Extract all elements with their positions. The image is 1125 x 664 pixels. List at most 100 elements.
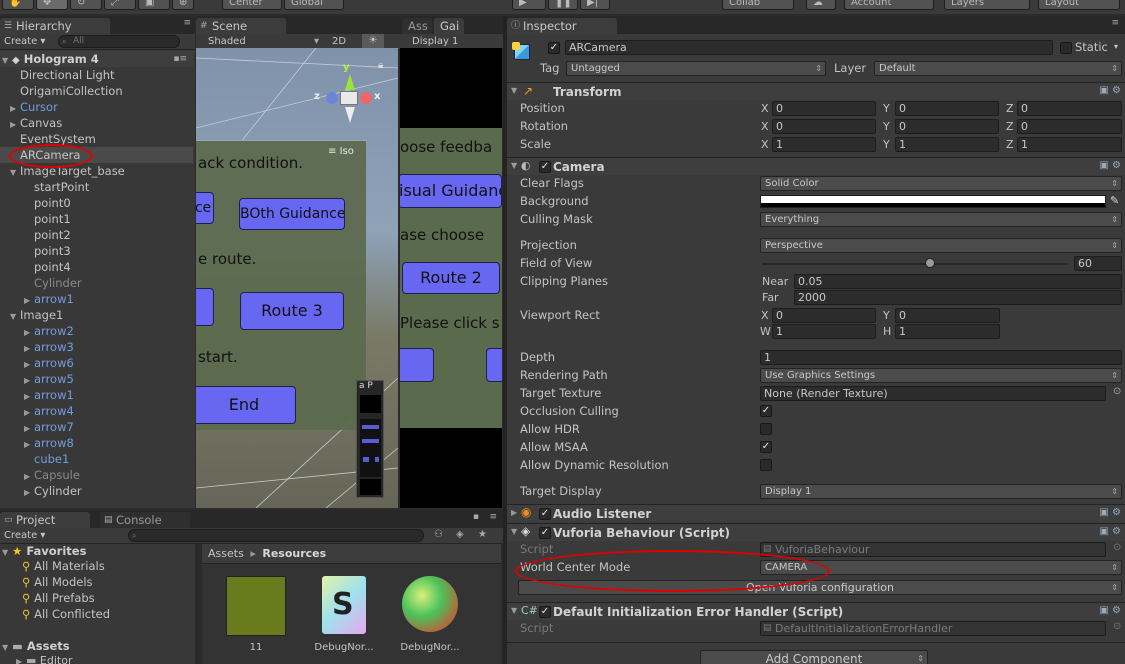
project-splitter[interactable] xyxy=(195,544,202,664)
scene-root-row[interactable]: ▼ ◆ Hologram 4 ▪≡ xyxy=(0,51,193,67)
hierarchy-item[interactable]: point2 xyxy=(0,227,193,243)
hierarchy-item[interactable]: point1 xyxy=(0,211,193,227)
viewport-y-input[interactable]: 0 xyxy=(895,308,1000,323)
component-help-settings-icon[interactable]: ▣ ⚙ xyxy=(1099,85,1121,96)
hierarchy-item[interactable]: ▼ ImageTarget_base xyxy=(0,163,193,179)
hierarchy-create-dropdown[interactable]: Create ▾ xyxy=(4,35,45,49)
fov-input[interactable]: 60 xyxy=(1074,256,1122,271)
component-help-settings-icon[interactable]: ▣ ⚙ xyxy=(1099,526,1121,537)
hierarchy-item[interactable]: ▶ arrow3 xyxy=(0,339,193,355)
hand-tool-button[interactable]: ✋ xyxy=(2,0,34,10)
transform-tool-button[interactable]: ⊕ xyxy=(172,0,194,10)
tag-dropdown[interactable]: Untagged xyxy=(566,61,826,76)
component-help-settings-icon[interactable]: ▣ ⚙ xyxy=(1099,605,1121,616)
play-button[interactable]: ▶ xyxy=(512,0,546,10)
scene-lighting-toggle[interactable]: ☀ xyxy=(362,34,384,49)
move-tool-button[interactable]: ✥ xyxy=(36,0,68,10)
favorite-item[interactable]: ⚲ All Prefabs xyxy=(22,591,95,605)
viewport-w-input[interactable]: 1 xyxy=(772,324,876,339)
rotate-tool-button[interactable]: ↻ xyxy=(70,0,102,10)
static-dropdown-arrow-icon[interactable]: ▾ xyxy=(1114,40,1118,54)
transform-header[interactable]: ▼ ↗ Transform ▣ ⚙ xyxy=(507,82,1125,100)
far-input[interactable]: 2000 xyxy=(794,290,1122,305)
hierarchy-item[interactable]: ▶ arrow2 xyxy=(0,323,193,339)
project-search-input[interactable]: ⌕ xyxy=(128,529,424,542)
tab-console[interactable]: ▤ Console xyxy=(100,512,190,528)
position-y-input[interactable]: 0 xyxy=(895,101,999,116)
target-display-dropdown[interactable]: Display 1 xyxy=(760,484,1122,499)
rendering-path-dropdown[interactable]: Use Graphics Settings xyxy=(760,368,1122,383)
breadcrumb-root[interactable]: Assets xyxy=(208,547,244,560)
vuforia-header[interactable]: ▼ ◈ ✓ Vuforia Behaviour (Script) ▣ ⚙ xyxy=(507,523,1125,541)
error-handler-header[interactable]: ▼ C# ✓ Default Initialization Error Hand… xyxy=(507,602,1125,620)
shading-dropdown-arrow-icon[interactable]: ▾ xyxy=(314,35,319,49)
world-center-mode-dropdown[interactable]: CAMERA xyxy=(760,560,1122,575)
step-button[interactable]: ▶| xyxy=(580,0,610,10)
favorite-item[interactable]: ⚲ All Models xyxy=(22,575,93,589)
fold-arrow-icon[interactable]: ▼ xyxy=(511,161,521,170)
favorite-star-icon[interactable]: ★ xyxy=(478,529,487,540)
tab-asset-store[interactable]: Ass xyxy=(402,18,432,34)
scene-button-ce[interactable]: ce xyxy=(196,192,214,224)
vuforia-enabled-checkbox[interactable]: ✓ xyxy=(539,527,551,539)
hierarchy-item[interactable]: OrigamiCollection xyxy=(0,83,193,99)
project-create-dropdown[interactable]: Create ▾ xyxy=(4,529,45,543)
2d-toggle[interactable]: 2D xyxy=(332,35,346,49)
panel-menu-icon[interactable]: ≡ xyxy=(489,512,497,522)
layers-dropdown[interactable]: Layers xyxy=(944,0,1030,10)
gizmo-z-cone-icon[interactable] xyxy=(326,92,338,104)
hierarchy-item[interactable]: Cylinder xyxy=(0,275,193,291)
scale-tool-button[interactable]: ⤢ xyxy=(104,0,136,10)
tab-inspector[interactable]: ⓘ Inspector xyxy=(507,18,617,34)
asset-thumbnail-shader[interactable]: S xyxy=(322,576,366,634)
filter-type-icon[interactable]: ⚇ xyxy=(434,529,443,540)
fold-arrow-icon[interactable]: ▼ xyxy=(2,548,12,557)
pivot-center-toggle[interactable]: Center xyxy=(222,0,282,10)
hierarchy-item[interactable]: startPoint xyxy=(0,179,193,195)
game-viewport[interactable]: oose feedba isual Guidanc ase choose Rou… xyxy=(400,48,502,508)
gizmo-y-cone-icon[interactable] xyxy=(345,74,355,90)
panel-menu-icon[interactable]: ≡ xyxy=(183,18,191,28)
hierarchy-item[interactable]: ARCamera xyxy=(0,147,193,163)
hierarchy-item[interactable]: ▶ arrow1 xyxy=(0,291,193,307)
hierarchy-item[interactable]: ▶ arrow5 xyxy=(0,371,193,387)
iso-label[interactable]: ≡ Iso xyxy=(328,146,354,157)
hierarchy-item[interactable]: ▶ arrow6 xyxy=(0,355,193,371)
depth-input[interactable]: 1 xyxy=(760,350,1122,365)
audio-listener-header[interactable]: ▶ ◉ ✓ Audio Listener ▣ ⚙ xyxy=(507,504,1125,522)
camera-enabled-checkbox[interactable]: ✓ xyxy=(539,161,551,173)
allow-hdr-checkbox[interactable] xyxy=(760,423,772,435)
assets-row[interactable]: ▼ ▬ Assets xyxy=(2,639,70,653)
shading-mode-dropdown[interactable]: Shaded xyxy=(208,35,246,49)
game-button-left[interactable] xyxy=(400,348,434,382)
tab-hierarchy[interactable]: ☰ Hierarchy xyxy=(0,18,110,34)
scene-gizmo[interactable]: y z x xyxy=(314,60,384,130)
object-name-input[interactable]: ARCamera xyxy=(565,40,1053,55)
allow-msaa-checkbox[interactable]: ✓ xyxy=(760,441,772,453)
gizmo-x-cone-icon[interactable] xyxy=(360,92,372,104)
fold-arrow-icon[interactable]: ▶ xyxy=(24,485,34,501)
favorites-row[interactable]: ▼ ★ Favorites xyxy=(2,544,86,558)
hierarchy-item[interactable]: ▶ arrow8 xyxy=(0,435,193,451)
tab-project[interactable]: ▭ Project xyxy=(0,512,90,528)
gizmo-neg-y-cone-icon[interactable] xyxy=(345,107,355,123)
eyedropper-icon[interactable]: ✎ xyxy=(1110,194,1119,207)
near-input[interactable]: 0.05 xyxy=(794,274,1122,289)
background-color-field[interactable] xyxy=(760,195,1106,208)
hierarchy-item[interactable]: point4 xyxy=(0,259,193,275)
audio-listener-enabled-checkbox[interactable]: ✓ xyxy=(539,508,551,520)
hierarchy-item[interactable]: ▶ Cylinder xyxy=(0,483,193,499)
game-button-right[interactable] xyxy=(486,348,502,382)
fold-arrow-icon[interactable]: ▶ xyxy=(16,657,26,664)
fold-arrow-icon[interactable]: ▼ xyxy=(2,643,12,652)
cloud-button[interactable]: ☁ xyxy=(806,0,836,10)
lock-icon[interactable]: ▪ xyxy=(473,512,479,522)
hierarchy-item[interactable]: EventSystem xyxy=(0,131,193,147)
layout-dropdown[interactable]: Layout xyxy=(1038,0,1120,10)
scene-button-end[interactable]: End xyxy=(196,386,296,424)
hierarchy-item[interactable]: point3 xyxy=(0,243,193,259)
account-dropdown[interactable]: Account xyxy=(844,0,934,10)
occlusion-culling-checkbox[interactable]: ✓ xyxy=(760,405,772,417)
scene-viewport[interactable]: ack condition. ce BOth Guidance e route.… xyxy=(196,48,398,508)
scale-y-input[interactable]: 1 xyxy=(895,137,999,152)
